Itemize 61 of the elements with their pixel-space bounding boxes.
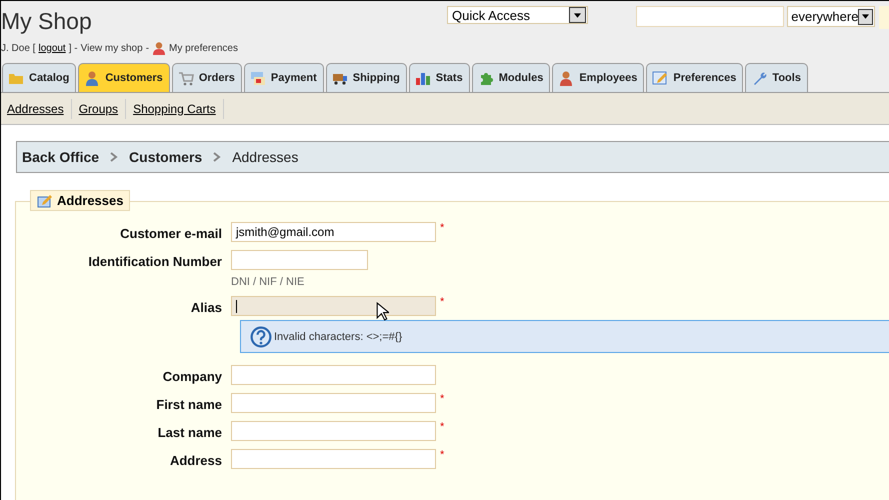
breadcrumb-item: Addresses <box>232 149 298 165</box>
breadcrumb-item[interactable]: Customers <box>129 149 202 165</box>
search-scope-dropdown[interactable]: everywhere <box>787 6 876 27</box>
subnav-link[interactable]: Groups <box>78 98 126 118</box>
nav-tab[interactable]: Orders <box>172 63 242 92</box>
nav-tab[interactable]: Shipping <box>326 63 407 92</box>
nav-tab[interactable]: Modules <box>472 63 550 92</box>
nav-tab[interactable]: Catalog <box>2 63 76 92</box>
payment-icon <box>250 70 266 86</box>
field-hint: DNI / NIF / NIE <box>231 276 306 288</box>
input-field[interactable] <box>231 393 436 413</box>
required-mark: * <box>440 222 444 234</box>
nav-tab[interactable]: Payment <box>244 63 324 92</box>
person-icon <box>84 70 100 86</box>
field-label: Customer e-mail <box>119 225 223 241</box>
search-field[interactable] <box>636 6 784 27</box>
field-label: Company <box>162 368 223 384</box>
field-label: Identification Number <box>87 253 223 269</box>
input-field[interactable] <box>231 250 368 270</box>
edit-icon <box>652 70 668 86</box>
field-label: Alias <box>190 299 223 315</box>
nav-tab[interactable]: Stats <box>408 63 470 92</box>
nav-tab[interactable]: Preferences <box>646 63 744 92</box>
chevron-right-icon <box>213 152 222 162</box>
required-mark: * <box>440 393 444 405</box>
input-field[interactable] <box>231 365 436 385</box>
separator-text: - <box>146 42 150 54</box>
required-mark: * <box>440 449 444 461</box>
field-label: First name <box>155 396 223 412</box>
edit-icon <box>37 194 53 208</box>
view-shop-link[interactable]: View my shop <box>80 42 143 54</box>
quick-access-dropdown[interactable]: Quick Access <box>447 6 588 24</box>
input-field[interactable] <box>231 421 436 441</box>
cart-icon <box>178 70 194 86</box>
input-field[interactable]: jsmith@gmail.com <box>231 222 436 242</box>
dropdown-arrow-icon <box>862 14 870 19</box>
nav-tab[interactable]: Employees <box>552 63 644 92</box>
chart-icon <box>414 70 431 86</box>
input-field[interactable] <box>231 449 436 469</box>
help-icon <box>250 326 272 348</box>
user-name: J. Doe [ <box>1 42 36 54</box>
nav-tab[interactable]: Customers <box>78 63 170 92</box>
person-icon <box>152 41 166 55</box>
subnav-link[interactable]: Shopping Carts <box>133 98 224 118</box>
field-label: Last name <box>156 424 223 440</box>
form-legend: Addresses <box>30 190 130 211</box>
tooltip-text: Invalid characters: <>;=#{} <box>274 330 402 342</box>
person-icon <box>558 70 574 86</box>
field-label: Address <box>168 452 223 468</box>
subnav-link[interactable]: Addresses <box>7 98 72 118</box>
required-mark: * <box>440 421 444 433</box>
preferences-link[interactable]: My preferences <box>169 42 238 54</box>
dropdown-arrow-icon <box>574 12 582 18</box>
chevron-right-icon <box>110 152 118 162</box>
logout-link[interactable]: logout <box>38 42 66 54</box>
required-mark: * <box>440 296 444 308</box>
shop-title: My Shop <box>1 7 93 35</box>
mouse-pointer-icon <box>376 302 389 321</box>
separator-text: ] - <box>68 42 78 54</box>
nav-tab[interactable]: Tools <box>745 63 808 92</box>
breadcrumb-item[interactable]: Back Office <box>22 149 100 165</box>
